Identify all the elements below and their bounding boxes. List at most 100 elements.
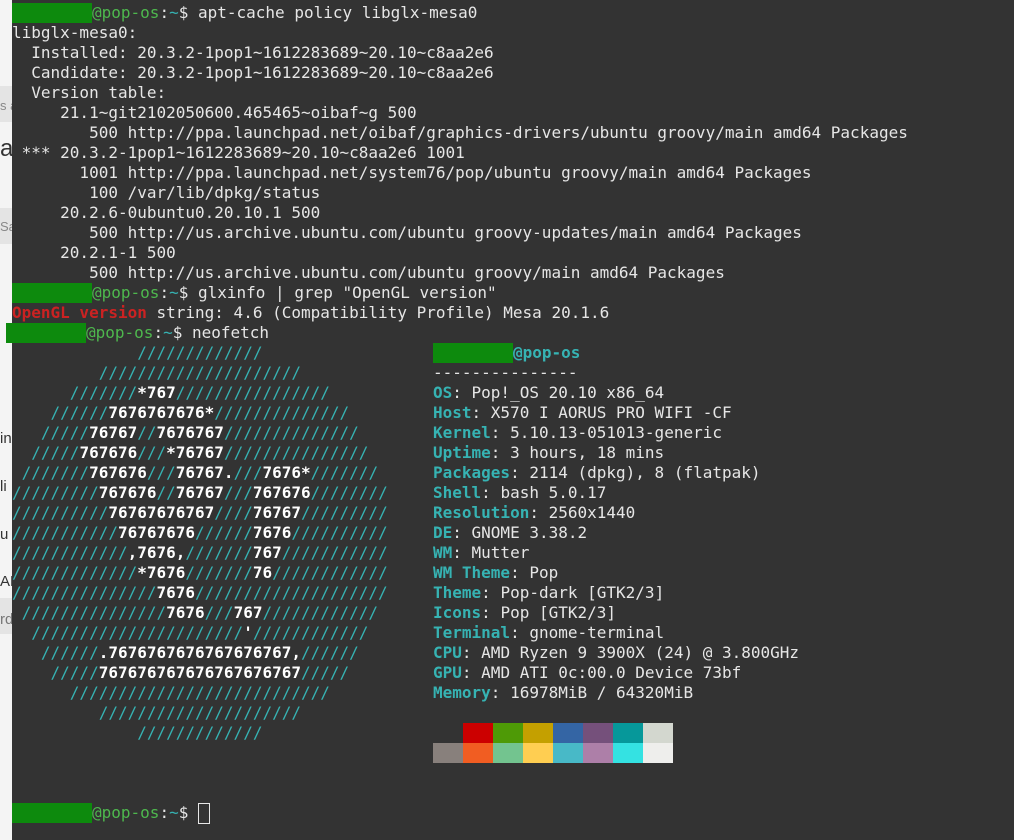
info-row: Memory: 16978MiB / 64320MiB xyxy=(433,683,694,702)
info-row: WM Theme: Pop xyxy=(433,563,559,582)
info-row: WM: Mutter xyxy=(433,543,530,562)
prompt-line: _ @pop-os:~$ neofetch xyxy=(6,323,270,343)
command-text: neofetch xyxy=(191,323,270,342)
logo-line: ////////////,7676,///////767/////////// xyxy=(12,543,388,562)
info-row: Packages: 2114 (dpkg), 8 (flatpak) xyxy=(433,463,761,482)
logo-line: ///////*767//////////////// xyxy=(12,383,330,402)
info-title: _ @pop-os xyxy=(433,343,580,363)
logo-line: ///////////////7676///767//////////// xyxy=(12,603,379,622)
output-line: *** 20.3.2-1pop1~1612283689~20.10~c8aa2e… xyxy=(12,143,465,162)
redacted-username: _ xyxy=(433,343,513,363)
color-swatch xyxy=(583,743,613,763)
output-line: 500 http://ppa.launchpad.net/oibaf/graph… xyxy=(12,123,908,142)
info-label: Theme xyxy=(433,583,482,602)
info-label: Resolution xyxy=(433,503,530,522)
output-line: Version table: xyxy=(12,83,167,102)
output-line: 500 http://us.archive.ubuntu.com/ubuntu … xyxy=(12,223,802,242)
prompt-host: @pop-os xyxy=(92,283,160,302)
logo-line: /////////////*7676///////76//////////// xyxy=(12,563,388,582)
info-value: Pop [GTK2/3] xyxy=(500,603,617,622)
info-row: DE: GNOME 3.38.2 xyxy=(433,523,588,542)
color-swatch xyxy=(583,723,613,743)
prompt-line[interactable]: _ @pop-os:~$ xyxy=(12,803,210,824)
info-value: AMD ATI 0c:00.0 Device 73bf xyxy=(481,663,742,682)
info-label: WM xyxy=(433,543,453,562)
info-value: bash 5.0.17 xyxy=(500,483,607,502)
logo-line: /////767676767676767676767///// xyxy=(12,663,350,682)
logo-line: ///////767676///76767.///7676*/////// xyxy=(12,463,379,482)
info-row: Uptime: 3 hours, 18 mins xyxy=(433,443,665,462)
color-swatch xyxy=(463,723,493,743)
output-line: 20.2.6-0ubuntu0.20.10.1 500 xyxy=(12,203,321,222)
info-value: 2560x1440 xyxy=(548,503,636,522)
background-text: s a xyxy=(0,98,12,113)
logo-line: //////7676767676*////////////// xyxy=(12,403,350,422)
output-line: OpenGL version string: 4.6 (Compatibilit… xyxy=(12,303,609,323)
prompt-host: @pop-os xyxy=(86,323,154,342)
command-text: apt-cache policy libglx-mesa0 xyxy=(197,3,478,22)
command-text: glxinfo | grep "OpenGL version" xyxy=(197,283,497,302)
logo-line: ///////////76767676//////7676////////// xyxy=(12,523,388,542)
info-row: Kernel: 5.10.13-051013-generic xyxy=(433,423,722,442)
info-row: Shell: bash 5.0.17 xyxy=(433,483,607,502)
output-line: 20.2.1-1 500 xyxy=(12,243,176,262)
logo-line: ///////////// xyxy=(12,723,263,742)
color-swatch xyxy=(463,743,493,763)
color-swatch xyxy=(643,743,673,763)
color-swatch xyxy=(523,723,553,743)
redacted-username: _ xyxy=(12,803,92,823)
grep-match: OpenGL version xyxy=(12,303,147,322)
info-value: Pop xyxy=(529,563,559,582)
info-label: Uptime xyxy=(433,443,491,462)
logo-line: //////////76767676767////76767///////// xyxy=(12,503,388,522)
logo-line: /////76767//7676767////////////// xyxy=(12,423,359,442)
info-value: gnome-terminal xyxy=(529,623,665,642)
color-swatch xyxy=(493,743,523,763)
prompt-dollar: $ xyxy=(178,283,198,302)
info-value: 16978MiB / 64320MiB xyxy=(510,683,694,702)
prompt-host: @pop-os xyxy=(92,803,160,822)
logo-line: ///////////////////// xyxy=(12,363,301,382)
info-label: Shell xyxy=(433,483,482,502)
output-line: Candidate: 20.3.2-1pop1~1612283689~20.10… xyxy=(12,63,494,82)
color-swatch xyxy=(523,743,553,763)
info-row: Terminal: gnome-terminal xyxy=(433,623,665,642)
prompt-host: @pop-os xyxy=(92,3,160,22)
color-swatch xyxy=(553,743,583,763)
logo-line: /////////////////////////// xyxy=(12,683,330,702)
logo-line: ///////////////7676//////////////////// xyxy=(12,583,388,602)
info-row: CPU: AMD Ryzen 9 3900X (24) @ 3.800GHz xyxy=(433,643,800,662)
background-text: rd xyxy=(0,611,12,628)
terminal-window[interactable]: _ @pop-os:~$ apt-cache policy libglx-mesa… xyxy=(6,0,1014,840)
background-text: a xyxy=(0,135,12,162)
info-value: AMD Ryzen 9 3900X (24) @ 3.800GHz xyxy=(481,643,800,662)
info-label: Host xyxy=(433,403,472,422)
output-line: 100 /var/lib/dpkg/status xyxy=(12,183,321,202)
info-value: Mutter xyxy=(471,543,530,562)
info-separator: --------------- xyxy=(433,363,578,382)
prompt-dollar: $ xyxy=(178,3,198,22)
output-line: Installed: 20.3.2-1pop1~1612283689~20.10… xyxy=(12,43,494,62)
background-text: in xyxy=(0,430,12,447)
text-cursor[interactable] xyxy=(197,803,210,824)
info-row: GPU: AMD ATI 0c:00.0 Device 73bf xyxy=(433,663,742,682)
info-value: GNOME 3.38.2 xyxy=(471,523,588,542)
logo-line: /////767676///*76767/////////////// xyxy=(12,443,369,462)
info-value: Pop-dark [GTK2/3] xyxy=(500,583,665,602)
prompt-path: ~ xyxy=(169,803,179,822)
info-label: Kernel xyxy=(433,423,491,442)
info-label: GPU xyxy=(433,663,462,682)
info-value: X570 I AORUS PRO WIFI -CF xyxy=(490,403,732,422)
prompt-path: ~ xyxy=(169,283,179,302)
info-label: Terminal xyxy=(433,623,511,642)
info-value: 5.10.13-051013-generic xyxy=(510,423,722,442)
background-text: Sa xyxy=(0,219,12,234)
output-line: 1001 http://ppa.launchpad.net/system76/p… xyxy=(12,163,812,182)
color-swatch xyxy=(433,723,463,743)
info-row: OS: Pop!_OS 20.10 x86_64 xyxy=(433,383,665,402)
logo-line: ///////////// xyxy=(12,343,263,362)
prompt-path: ~ xyxy=(163,323,173,342)
redacted-username: _ xyxy=(6,323,86,343)
logo-line: ///////////////////// xyxy=(12,703,301,722)
info-label: WM Theme xyxy=(433,563,511,582)
